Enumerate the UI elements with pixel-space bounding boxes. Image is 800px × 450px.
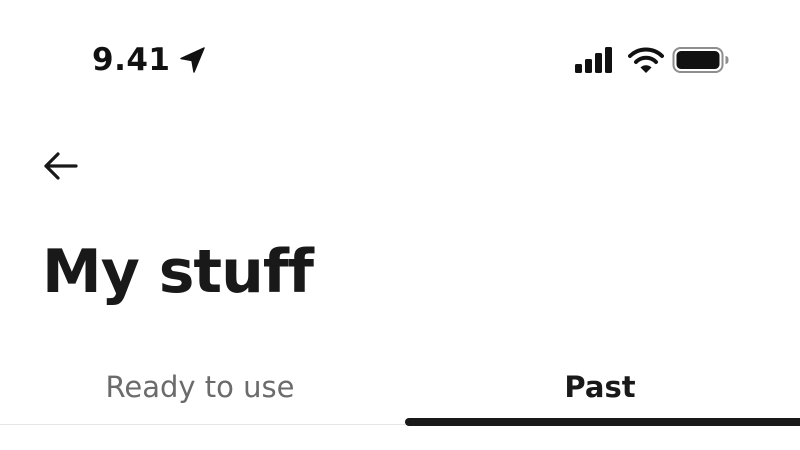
arrow-left-icon xyxy=(44,152,78,180)
back-button[interactable] xyxy=(36,142,84,190)
tab-label: Past xyxy=(564,370,636,404)
cellular-signal-icon xyxy=(575,47,612,73)
status-bar: 9.41 xyxy=(0,0,800,120)
battery-icon xyxy=(672,47,729,73)
tab-bar: Ready to use Past xyxy=(0,352,800,426)
status-time: 9.41 xyxy=(92,42,171,78)
location-arrow-icon xyxy=(179,47,205,73)
tab-ready-to-use[interactable]: Ready to use xyxy=(0,352,400,422)
tab-label: Ready to use xyxy=(105,370,295,404)
page-title: My stuff xyxy=(42,237,314,307)
screen: 9.41 My stuff Ready to use Past xyxy=(0,0,800,450)
tab-past[interactable]: Past xyxy=(400,352,800,422)
wifi-icon xyxy=(628,47,664,73)
status-icons xyxy=(574,44,730,76)
status-time-group: 9.41 xyxy=(92,38,206,82)
tab-selected-indicator xyxy=(405,418,800,426)
